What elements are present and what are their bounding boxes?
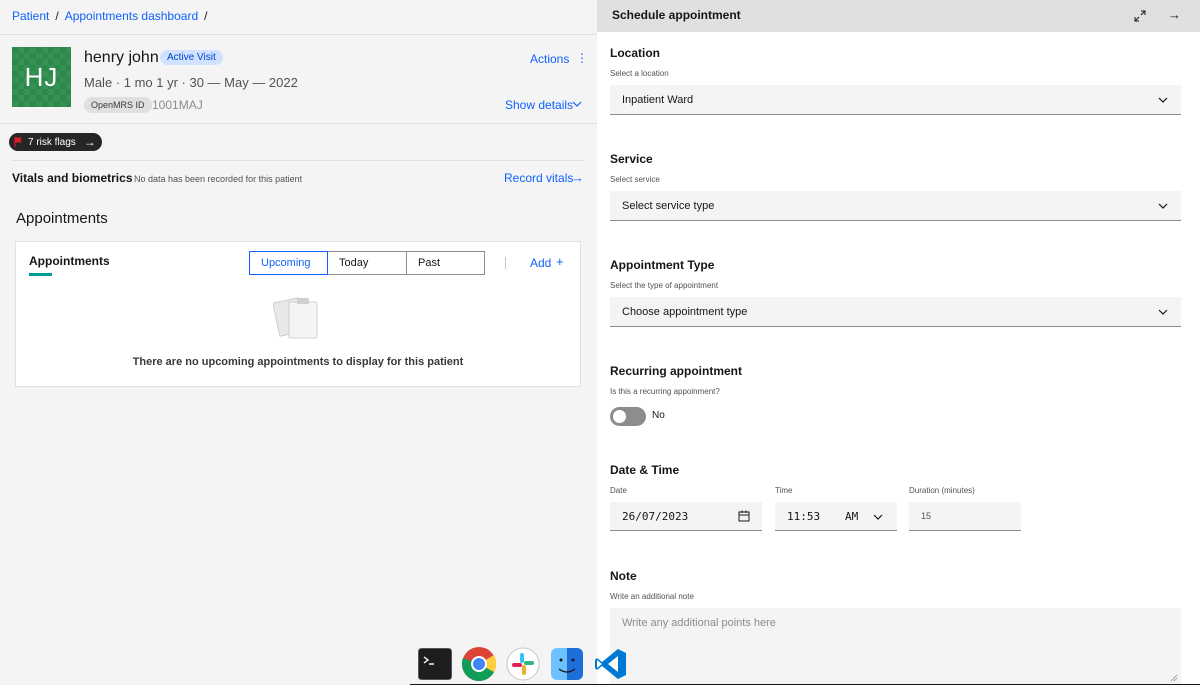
location-select[interactable]: Inpatient Ward [610,85,1181,115]
schedule-appointment-panel: Schedule appointment → Location Select a… [597,0,1200,685]
duration-input[interactable]: 15 [909,502,1021,531]
breadcrumb-appointments-link[interactable]: Appointments dashboard [65,9,198,23]
finder-icon[interactable] [548,645,586,683]
ampm-select[interactable]: AM [845,510,858,523]
card-title: Appointments [29,254,110,268]
avatar: HJ [12,47,71,107]
toggle-knob [613,410,626,423]
calendar-icon[interactable] [738,510,750,522]
chevron-down-icon [873,514,883,520]
patient-demographics: Male · 1 mo 1 yr · 30 — May — 2022 [84,75,298,90]
chrome-icon[interactable] [460,645,498,683]
appointments-tab-switcher: Upcoming Today Past [249,251,485,275]
show-details-button[interactable]: Show details [505,98,573,112]
patient-chart-pane: Patient / Appointments dashboard / HJ he… [0,0,597,685]
status-badge: Active Visit [160,50,223,65]
terminal-icon[interactable] [416,645,454,683]
appointment-type-subtitle: Select the type of appointment [610,281,719,290]
add-appointment-button[interactable]: Add [530,256,551,270]
flag-icon [14,137,22,147]
divider [12,160,585,161]
patient-id-tag: OpenMRS ID [84,97,152,113]
appointments-card: Appointments Upcoming Today Past Add + T… [15,241,581,387]
duration-label: Duration (minutes) [909,486,975,495]
date-input[interactable]: 26/07/2023 [610,502,762,531]
page-title: Appointments [16,210,108,227]
appointment-type-value: Choose appointment type [622,305,748,318]
breadcrumb: Patient / Appointments dashboard / [12,9,207,23]
tab-today[interactable]: Today [327,251,407,275]
plus-icon[interactable]: + [556,254,564,269]
location-value: Inpatient Ward [622,93,694,106]
location-title: Location [610,46,660,60]
chevron-down-icon [1158,309,1168,315]
title-accent [29,273,52,276]
empty-state-message: There are no upcoming appointments to di… [132,356,464,368]
service-subtitle: Select service [610,175,660,184]
overflow-menu-icon[interactable]: ⋮ [576,51,588,65]
risk-flags-button[interactable]: 7 risk flags → [9,133,102,151]
time-input[interactable]: 11:53 AM [775,502,897,531]
date-label: Date [610,486,627,495]
note-textarea[interactable]: Write any additional points here [610,608,1181,685]
time-value: 11:53 [787,509,821,523]
note-subtitle: Write an additional note [610,592,694,601]
time-label: Time [775,486,793,495]
appointment-type-select[interactable]: Choose appointment type [610,297,1181,327]
date-value: 26/07/2023 [622,509,689,523]
service-title: Service [610,152,653,166]
note-placeholder: Write any additional points here [622,617,776,629]
note-title: Note [610,569,637,583]
recurring-title: Recurring appointment [610,364,743,378]
patient-id-value: 1001MAJ [152,98,203,112]
datetime-title: Date & Time [610,463,680,477]
vitals-subtitle: No data has been recorded for this patie… [134,174,303,184]
breadcrumb-separator: / [204,9,208,23]
chevron-down-icon [1158,203,1168,209]
slack-icon[interactable] [504,645,542,683]
tab-past[interactable]: Past [406,251,485,275]
actions-button[interactable]: Actions [530,52,569,66]
record-vitals-link[interactable]: Record vitals [504,171,573,185]
panel-header: Schedule appointment → [597,0,1200,32]
duration-value: 15 [921,511,932,521]
service-select[interactable]: Select service type [610,191,1181,221]
arrow-right-icon[interactable]: → [571,170,584,185]
patient-name: henry john [84,49,159,66]
appointment-type-title: Appointment Type [610,258,715,272]
tab-upcoming[interactable]: Upcoming [249,251,328,275]
dock [410,643,638,685]
resize-handle-icon[interactable] [1170,674,1178,682]
breadcrumb-separator: / [55,9,59,23]
empty-clipboard-icon [273,297,318,339]
service-value: Select service type [622,199,715,212]
close-panel-icon[interactable]: → [1168,7,1181,22]
divider [0,34,597,35]
maximize-icon[interactable] [1134,10,1146,22]
risk-flags-label: 7 risk flags [28,136,76,148]
divider [0,123,597,124]
location-subtitle: Select a location [610,69,669,78]
breadcrumb-patient-link[interactable]: Patient [12,9,49,23]
recurring-toggle[interactable] [610,407,646,426]
divider [505,257,506,269]
recurring-subtitle: Is this a recurring appoinment? [610,387,720,396]
recurring-toggle-label: No [652,410,665,421]
vitals-title: Vitals and biometrics [12,171,133,185]
panel-title: Schedule appointment [612,8,741,22]
chevron-down-icon [1158,97,1168,103]
arrow-right-icon: → [83,135,96,149]
chevron-down-icon [572,101,582,107]
vscode-icon[interactable] [592,645,630,683]
